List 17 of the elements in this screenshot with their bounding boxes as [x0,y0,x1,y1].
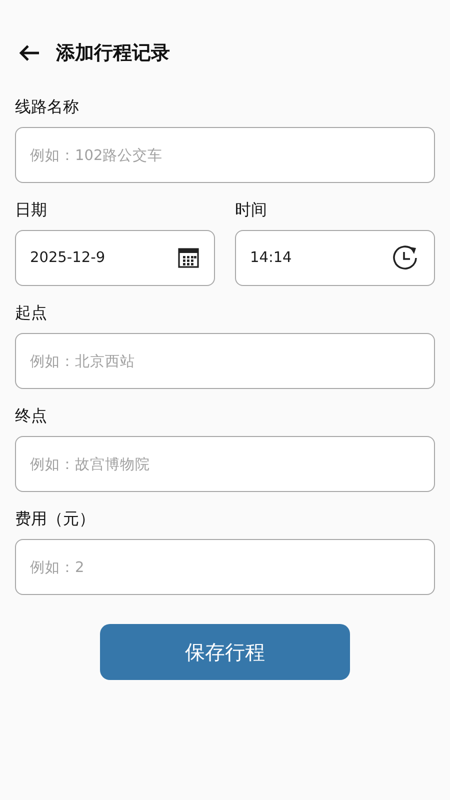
field-label: 线路名称 [15,97,80,117]
calendar-icon[interactable] [178,248,199,268]
input-field[interactable]: 例如：2 [15,539,435,595]
clock-icon[interactable] [391,244,419,272]
field-label: 终点 [15,406,48,426]
field-label: 时间 [235,200,268,220]
field-label: 日期 [15,200,48,220]
field-label: 起点 [15,303,48,323]
field-label: 费用（元） [15,509,96,529]
back-icon[interactable] [18,44,40,62]
input-field[interactable]: 例如：故宫博物院 [15,436,435,492]
time-field[interactable]: 14:14 [235,230,435,286]
date-field[interactable]: 2025-12-9 [15,230,215,286]
input-field[interactable]: 例如：北京西站 [15,333,435,389]
input-field[interactable]: 例如：102路公交车 [15,127,435,183]
page-title: 添加行程记录 [56,41,170,66]
save-button[interactable]: 保存行程 [100,624,350,680]
